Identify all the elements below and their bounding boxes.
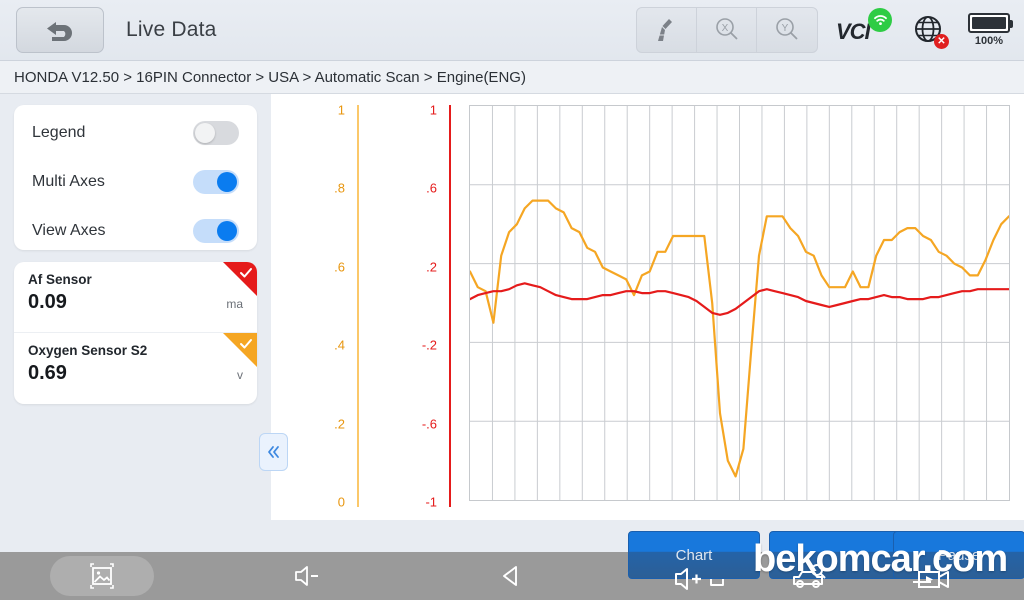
axis-tick-label: -.6 [421,416,437,432]
sensor-unit: ma [226,297,243,311]
svg-text:Y: Y [782,23,789,34]
axis-tick-label: .2 [334,416,345,432]
axis-tick-label: 1 [429,102,437,118]
sensor-name: Af Sensor [28,272,92,287]
vci-label: VCI [836,19,871,44]
network-status[interactable]: ✕ [912,13,949,49]
app-header: Live Data X Y VCI ✕ 100% [0,0,1024,61]
wifi-signal-icon [868,8,892,32]
zoom-y-button[interactable]: Y [757,8,817,52]
axis-tick-label: .8 [334,180,345,196]
battery-status: 100% [968,13,1013,47]
waveform-svg [470,106,1009,500]
sensor-card-oxygen-sensor-s2[interactable]: Oxygen Sensor S2 0.69 v [14,333,257,404]
nav-screenshot-button[interactable] [0,552,205,600]
chart-settings-card: Legend Multi Axes View Axes [14,105,257,250]
y-axis-af-sensor: 1 .6 .2 -.2 -.6 -1 [371,102,451,510]
breadcrumb[interactable]: HONDA V12.50 > 16PIN Connector > USA > A… [0,61,1024,94]
axis-tick-label: 1 [337,102,345,118]
broom-clear-icon [657,19,672,41]
toggle-legend[interactable] [193,121,239,145]
axis-tick-label: .4 [334,337,345,353]
battery-full-icon [968,13,1013,33]
chart-plot-area[interactable] [469,105,1010,501]
sensor-list: Af Sensor 0.09 ma Oxygen Sensor S2 0.69 … [14,262,257,404]
setting-label-legend: Legend [32,124,86,141]
chart-button[interactable]: Chart [628,531,760,579]
tool-icon-group: X Y [636,7,818,53]
setting-row-multi-axes[interactable]: Multi Axes [32,161,239,203]
setting-row-view-axes[interactable]: View Axes [32,210,239,252]
screenshot-image-icon [90,563,115,589]
nav-back-button[interactable] [410,552,615,600]
collapse-panel-icon [267,446,279,458]
chart-button-label: Chart [675,546,713,564]
sensor-value: 0.09 [28,291,67,313]
battery-level-label: 100% [974,35,1004,47]
zoom-x-button[interactable]: X [697,8,757,52]
breadcrumb-text: HONDA V12.50 > 16PIN Connector > USA > A… [14,68,526,86]
check-icon [240,339,252,349]
pause-button[interactable]: Pause [893,531,1024,579]
collapse-panel-button[interactable] [259,433,288,471]
left-panel: Legend Multi Axes View Axes Af Sensor 0.… [0,94,288,520]
page-title: Live Data [126,18,217,41]
back-button[interactable] [16,7,104,53]
axis-tick-label: .6 [334,259,345,275]
sensor-value: 0.69 [28,362,67,384]
magnifier-x-icon: X [715,18,738,40]
main-content: Legend Multi Axes View Axes Af Sensor 0.… [0,94,1024,520]
action-button-bar: Chart Pause [0,520,1024,579]
magnifier-y-icon: Y [776,18,798,40]
setting-label-view-axes: View Axes [32,222,106,239]
back-triangle-icon [503,566,517,586]
y-axis-line-orange [357,105,359,507]
axis-tick-label: -1 [425,494,437,510]
clear-chart-button[interactable] [637,8,697,52]
y-axis-oxygen-sensor: 1 .8 .6 .4 .2 0 [279,102,359,510]
header-tools: X Y VCI ✕ 100% [636,7,1024,53]
red-x-badge: ✕ [934,34,949,49]
secondary-action-button[interactable] [769,531,901,579]
chart-panel: 1 .8 .6 .4 .2 0 1 .6 .2 -.2 -.6 -1 [271,94,1024,520]
chart-grid [470,106,1009,500]
axis-tick-label: -.2 [421,337,437,353]
axis-tick-label: 0 [337,494,345,510]
check-icon [240,268,252,278]
sensor-unit: v [237,368,243,382]
toggle-multi-axes[interactable] [193,170,239,194]
axis-tick-label: .2 [426,259,437,275]
y-axis-line-red [449,105,451,507]
sensor-name: Oxygen Sensor S2 [28,343,148,358]
nav-volume-down-button[interactable] [205,552,410,600]
setting-row-legend[interactable]: Legend [32,112,239,154]
axis-tick-label: .6 [426,180,437,196]
pause-button-label: Pause [937,546,981,564]
volume-down-icon [295,566,319,586]
vci-status[interactable]: VCI [836,8,892,50]
setting-label-multi-axes: Multi Axes [32,173,105,190]
toggle-view-axes[interactable] [193,219,239,243]
sensor-card-af-sensor[interactable]: Af Sensor 0.09 ma [14,262,257,333]
back-arrow-icon [47,22,72,41]
svg-text:X: X [721,23,728,34]
